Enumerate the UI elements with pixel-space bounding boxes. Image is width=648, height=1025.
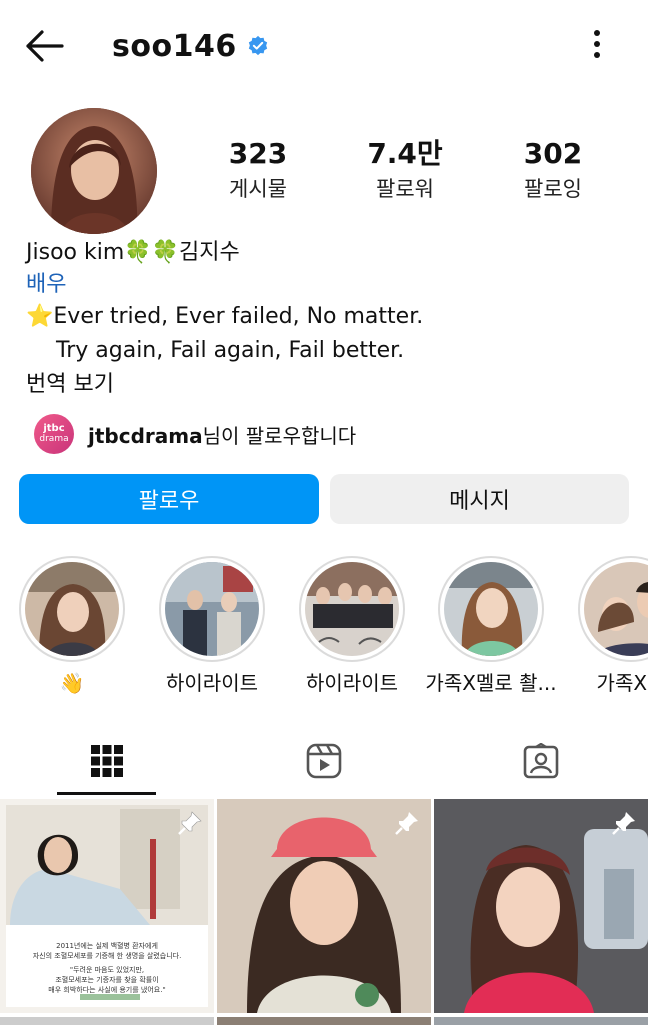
following-count-value: 302 [523, 137, 583, 170]
username: soo146 [112, 28, 237, 64]
tab-reels[interactable] [274, 728, 374, 794]
highlight-label: 가족X멜 [596, 671, 648, 695]
highlight-item[interactable]: 가족X멜로 촬... [416, 556, 566, 696]
highlight-ring [19, 556, 125, 662]
post-caption-line: 2011년에는 실제 백혈병 환자에게 [56, 942, 158, 950]
verified-badge-icon [248, 35, 267, 56]
followers-count[interactable]: 7.4만 팔로워 [345, 136, 465, 206]
reels-icon [306, 743, 342, 779]
highlight-cover [165, 562, 259, 656]
highlight-label: 하이라이트 [306, 671, 398, 695]
tagged-icon [523, 743, 559, 779]
tab-tagged[interactable] [491, 728, 591, 794]
more-options-button[interactable] [582, 28, 612, 62]
see-translation-link[interactable]: 번역 보기 [26, 368, 626, 402]
back-button[interactable] [22, 26, 66, 66]
highlight-cover [25, 562, 119, 656]
highlight-ring [438, 556, 544, 662]
follow-button[interactable]: 팔로우 [19, 474, 319, 524]
post-thumbnail-partial[interactable] [0, 1017, 214, 1025]
post-thumbnail[interactable]: 2011년에는 실제 백혈병 환자에게 자신의 조혈모세포를 기증해 한 생명을… [0, 799, 214, 1013]
highlight-ring [159, 556, 265, 662]
profile-header: soo146 [112, 24, 269, 68]
more-vertical-icon [594, 30, 600, 58]
bio-line-1: ⭐Ever tried, Ever failed, No matter. [26, 304, 424, 329]
display-name: Jisoo kim🍀🍀김지수 [26, 240, 240, 265]
active-tab-indicator [57, 792, 156, 795]
highlight-cover [584, 562, 648, 656]
highlight-label: 하이라이트 [166, 671, 258, 695]
followed-by-text: jtbcdrama님이 팔로우합니다 [88, 420, 356, 449]
followers-count-value: 7.4만 [367, 137, 443, 170]
highlight-item[interactable]: 하이라이트 [277, 556, 427, 696]
posts-count[interactable]: 323 게시물 [198, 136, 318, 206]
highlight-label: 👋 [59, 671, 85, 695]
jtbc-logo-text: jtbc [43, 423, 65, 434]
arrow-left-icon [26, 30, 64, 62]
highlight-label: 가족X멜로 촬... [425, 671, 557, 695]
tab-posts-grid[interactable] [57, 728, 157, 794]
followed-by-row[interactable]: jtbc drama jtbcdrama님이 팔로우합니다 [34, 412, 356, 456]
highlight-item[interactable]: 하이라이트 [137, 556, 287, 696]
post-thumbnail-partial[interactable] [217, 1017, 431, 1025]
posts-count-value: 323 [228, 137, 288, 170]
post-caption-line: 조혈모세포는 기증자를 찾을 확률이 [55, 976, 159, 984]
post-thumbnail[interactable] [434, 799, 648, 1013]
drama-logo-text: drama [39, 434, 69, 444]
posts-grid: 2011년에는 실제 백혈병 환자에게 자신의 조혈모세포를 기증해 한 생명을… [0, 799, 648, 1025]
bio-line-2: Try again, Fail again, Fail better. [56, 338, 405, 363]
posts-count-label: 게시물 [229, 177, 287, 201]
jtbcdrama-avatar: jtbc drama [34, 414, 74, 454]
top-bar: soo146 [0, 0, 648, 92]
post-thumbnail-partial[interactable] [434, 1017, 648, 1025]
post-caption-line: 자신의 조혈모세포를 기증해 한 생명을 살렸습니다. [32, 952, 182, 960]
pin-icon [178, 811, 202, 835]
post-caption-text: 2011년에는 실제 백혈병 환자에게 자신의 조혈모세포를 기증해 한 생명을… [0, 941, 214, 995]
profile-tabs [0, 728, 648, 796]
post-caption-line: "두려운 마음도 있었지만, [69, 966, 145, 974]
highlight-ring [299, 556, 405, 662]
highlight-ring [578, 556, 648, 662]
message-button[interactable]: 메시지 [330, 474, 629, 524]
highlight-cover [305, 562, 399, 656]
post-caption-line: 매우 희박하다는 사실에 용기를 냈어요." [48, 986, 166, 994]
pin-icon [612, 812, 635, 835]
profile-category: 배우 [26, 272, 67, 297]
pin-icon [395, 812, 418, 835]
profile-avatar[interactable] [31, 108, 157, 234]
followed-by-suffix: 님이 팔로우합니다 [202, 423, 357, 448]
following-count-label: 팔로잉 [524, 177, 582, 201]
highlight-cover [444, 562, 538, 656]
grid-icon [91, 745, 123, 777]
story-highlights: 👋 하이라이트 하이라이트 가족X멜로 촬... 가족X [0, 556, 648, 696]
highlight-item[interactable]: 가족X멜 [556, 556, 648, 696]
profile-bio: Jisoo kim🍀🍀김지수 배우 ⭐Ever tried, Ever fail… [26, 236, 626, 402]
followed-by-account: jtbcdrama [88, 423, 203, 448]
followers-count-label: 팔로워 [376, 177, 434, 201]
following-count[interactable]: 302 팔로잉 [493, 136, 613, 206]
post-thumbnail[interactable] [217, 799, 431, 1013]
highlight-item[interactable]: 👋 [0, 556, 147, 696]
